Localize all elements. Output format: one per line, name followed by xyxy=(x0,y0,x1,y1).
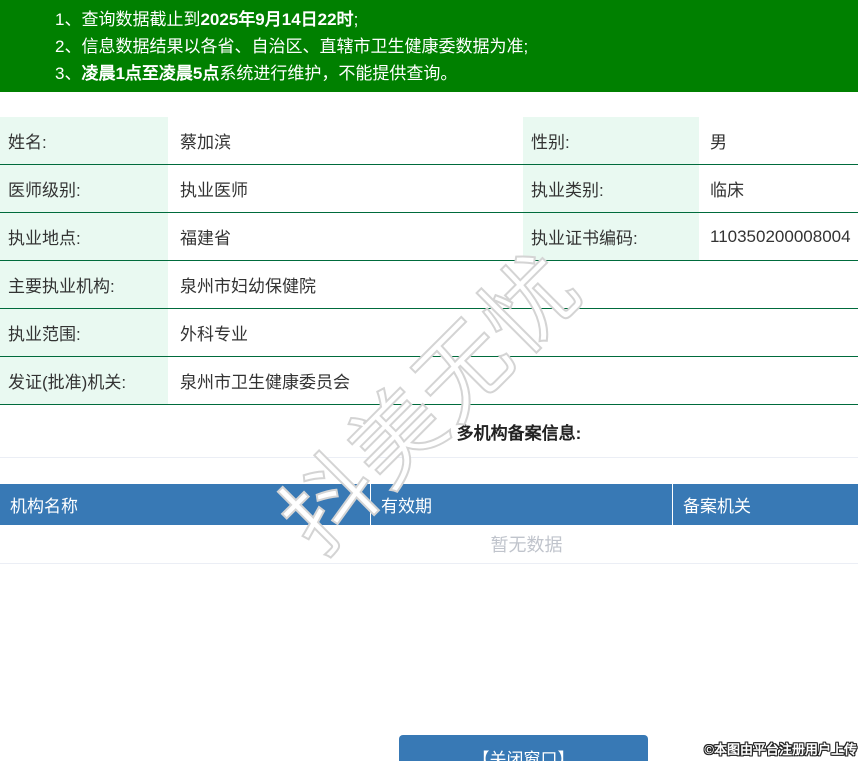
notice-text: 查询数据截止到 xyxy=(81,10,201,29)
practice-category-label: 执业类别: xyxy=(523,165,699,212)
empty-data-text: 暂无数据 xyxy=(0,525,858,564)
practice-category-value: 临床 xyxy=(710,181,744,200)
notice-text: 系统进行维护，不能提供查询。 xyxy=(219,64,458,83)
practice-location-label: 执业地点: xyxy=(0,213,168,260)
notice-number: 2、 xyxy=(55,37,82,56)
notice-bold-text: 凌晨1点至凌晨5点 xyxy=(81,64,220,83)
notice-bold-text: 2025年9月14日22时 xyxy=(200,10,354,29)
table-row: 发证(批准)机关: 泉州市卫生健康委员会 xyxy=(0,357,858,405)
primary-institution-label: 主要执业机构: xyxy=(0,261,168,308)
name-label: 姓名: xyxy=(0,117,168,164)
notice-line-1: 1、查询数据截止到2025年9月14日22时; xyxy=(55,6,848,33)
gender-value: 男 xyxy=(710,133,727,152)
table-row: 主要执业机构: 泉州市妇幼保健院 xyxy=(0,261,858,309)
practice-scope-label: 执业范围: xyxy=(0,309,168,356)
practice-location-value: 福建省 xyxy=(180,229,231,248)
table-row: 医师级别: 执业医师 执业类别: 临床 xyxy=(0,165,858,213)
record-table-header: 机构名称 有效期 备案机关 xyxy=(0,484,858,525)
notice-banner: 1、查询数据截止到2025年9月14日22时; 2、信息数据结果以各省、自治区、… xyxy=(0,0,858,92)
col-record-authority: 备案机关 xyxy=(683,497,751,516)
notice-text: ; xyxy=(353,10,359,29)
close-window-button[interactable]: 【关闭窗口】 xyxy=(399,735,648,761)
notice-number: 1、 xyxy=(55,10,82,29)
doctor-level-value: 执业医师 xyxy=(180,181,248,200)
certificate-number-label: 执业证书编码: xyxy=(523,213,699,260)
table-row: 执业地点: 福建省 执业证书编码: 110350200008004 xyxy=(0,213,858,261)
multi-institution-section-title: 多机构备案信息: xyxy=(0,405,858,458)
col-validity-period: 有效期 xyxy=(371,484,673,525)
gender-label: 性别: xyxy=(523,117,699,164)
issuing-authority-label: 发证(批准)机关: xyxy=(0,357,168,404)
doctor-info-table: 姓名: 蔡加滨 性别: 男 医师级别: 执业医师 执业类别: 临床 执业地点: … xyxy=(0,117,858,405)
doctor-level-label: 医师级别: xyxy=(0,165,168,212)
issuing-authority-value: 泉州市卫生健康委员会 xyxy=(180,373,350,392)
copyright-watermark: ©本图由平台注册用户上传 xyxy=(704,742,857,757)
primary-institution-value: 泉州市妇幼保健院 xyxy=(180,277,316,296)
notice-number: 3、 xyxy=(55,64,82,83)
notice-line-3: 3、凌晨1点至凌晨5点系统进行维护，不能提供查询。 xyxy=(55,60,848,87)
notice-line-2: 2、信息数据结果以各省、自治区、直辖市卫生健康委数据为准; xyxy=(55,33,848,60)
table-row: 姓名: 蔡加滨 性别: 男 xyxy=(0,117,858,165)
col-institution-name: 机构名称 xyxy=(0,484,371,525)
certificate-number-value: 110350200008004 xyxy=(710,226,851,246)
notice-text: 信息数据结果以各省、自治区、直辖市卫生健康委数据为准; xyxy=(81,37,529,56)
practice-scope-value: 外科专业 xyxy=(180,325,248,344)
name-value: 蔡加滨 xyxy=(180,133,231,152)
table-row: 执业范围: 外科专业 xyxy=(0,309,858,357)
